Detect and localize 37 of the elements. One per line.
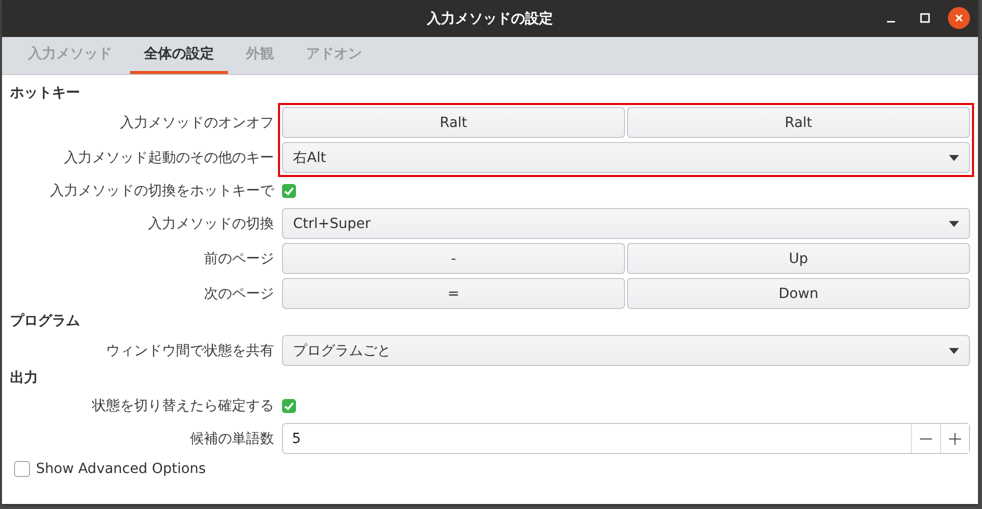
caret-icon — [949, 220, 959, 226]
caret-icon — [949, 348, 959, 354]
hotkey-button[interactable]: Up — [627, 243, 970, 274]
caret-icon — [949, 154, 959, 160]
close-icon — [954, 13, 964, 23]
setting-label: ウィンドウ間で状態を共有 — [105, 342, 275, 360]
close-button[interactable] — [948, 7, 970, 29]
checkbox[interactable] — [282, 184, 296, 198]
setting-label: 入力メソッドの切換 — [147, 214, 275, 232]
dropdown[interactable]: Ctrl+Super — [282, 208, 970, 239]
hotkey-button[interactable]: = — [282, 278, 625, 309]
dropdown[interactable]: プログラムごと — [282, 335, 970, 366]
tab[interactable]: 全体の設定 — [130, 37, 228, 74]
window-title: 入力メソッドの設定 — [427, 10, 553, 28]
section-heading: ホットキー — [10, 84, 81, 103]
checkbox[interactable] — [14, 461, 30, 477]
setting-label: 次のページ — [203, 284, 275, 302]
setting-label: 入力メソッドのオンオフ — [119, 114, 275, 132]
setting-label: 入力メソッドの切換をホットキーで — [49, 182, 276, 200]
dropdown[interactable]: 右Alt — [282, 142, 970, 173]
maximize-icon — [919, 12, 931, 24]
setting-label: 状態を切り替えたら確定する — [91, 396, 275, 414]
plus-icon — [949, 432, 961, 444]
number-field[interactable]: 5 — [282, 423, 970, 454]
section-heading: プログラム — [10, 312, 81, 331]
minimize-icon — [887, 21, 895, 23]
section-heading: 出力 — [10, 369, 39, 388]
increment-button[interactable] — [940, 424, 969, 453]
setting-label: 前のページ — [203, 250, 275, 268]
setting-label: 入力メソッド起動のその他のキー — [63, 148, 275, 166]
hotkey-button[interactable]: Down — [627, 278, 970, 309]
checkbox[interactable] — [282, 398, 296, 412]
hotkey-button[interactable]: - — [282, 243, 625, 274]
checkbox-label[interactable]: Show Advanced Options — [36, 461, 206, 477]
hotkey-button[interactable]: Ralt — [282, 107, 625, 138]
setting-label: 候補の単語数 — [189, 430, 275, 448]
hotkey-button[interactable]: Ralt — [627, 107, 970, 138]
